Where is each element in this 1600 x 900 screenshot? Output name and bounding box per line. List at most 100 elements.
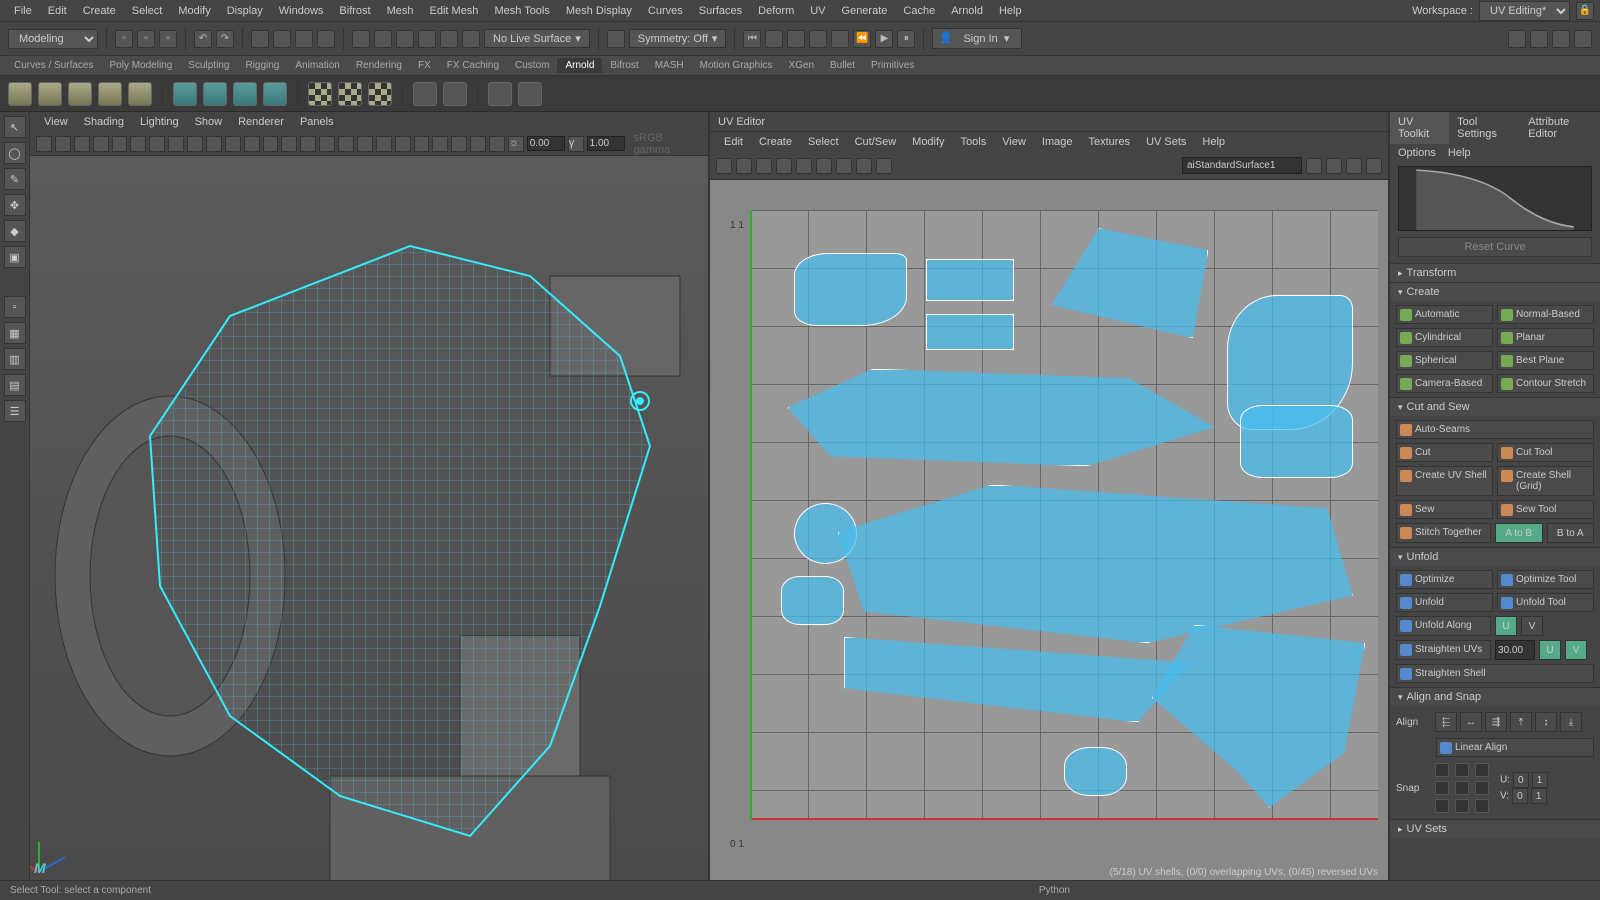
shelf-material-icon[interactable] xyxy=(413,82,437,106)
menu-file[interactable]: File xyxy=(6,2,40,20)
vp-menu-lighting[interactable]: Lighting xyxy=(132,114,187,130)
btn-auto-seams[interactable]: Auto-Seams xyxy=(1396,420,1594,439)
snap-plane-icon[interactable] xyxy=(418,30,436,48)
vp-grease-icon[interactable] xyxy=(112,136,128,152)
align-center-h-icon[interactable]: ↔ xyxy=(1460,712,1482,732)
save-scene-icon[interactable]: ▫ xyxy=(159,30,177,48)
menu-uv[interactable]: UV xyxy=(802,2,833,20)
snap-u-1[interactable]: 1 xyxy=(1532,772,1548,788)
btn-stitch-together[interactable]: Stitch Together xyxy=(1396,523,1491,543)
menu-deform[interactable]: Deform xyxy=(750,2,802,20)
playback-toggle1-icon[interactable] xyxy=(787,30,805,48)
sign-in-button[interactable]: Sign In ▾ xyxy=(932,28,1022,49)
uv-frame-icon[interactable] xyxy=(1326,158,1342,174)
shelf-tab-curves[interactable]: Curves / Surfaces xyxy=(6,58,101,73)
section-uv-sets[interactable]: UV Sets xyxy=(1390,819,1600,838)
snap-v-1[interactable]: 1 xyxy=(1531,788,1547,804)
vp-smooth-icon[interactable] xyxy=(300,136,316,152)
playback-step-back-icon[interactable]: ⏪ xyxy=(853,30,871,48)
btn-straighten-v[interactable]: V xyxy=(1565,640,1587,660)
menu-windows[interactable]: Windows xyxy=(271,2,332,20)
menu-mesh-tools[interactable]: Mesh Tools xyxy=(486,2,557,20)
uv-menu-view[interactable]: View xyxy=(994,134,1034,150)
shelf-geo-sphere-icon[interactable] xyxy=(203,82,227,106)
align-bottom-icon[interactable]: ⤓ xyxy=(1560,712,1582,732)
menu-help[interactable]: Help xyxy=(991,2,1030,20)
uv-image-icon[interactable] xyxy=(856,158,872,174)
shelf-checker1-icon[interactable] xyxy=(308,82,332,106)
btn-straighten-u[interactable]: U xyxy=(1539,640,1561,660)
menu-arnold[interactable]: Arnold xyxy=(943,2,991,20)
layout-single-icon[interactable]: ▫ xyxy=(4,296,26,318)
vp-shadows-icon[interactable] xyxy=(357,136,373,152)
uv-menu-help[interactable]: Help xyxy=(1194,134,1233,150)
render-ipr-icon[interactable] xyxy=(1530,30,1548,48)
shelf-tab-fx[interactable]: FX xyxy=(410,58,439,73)
vp-safe-action-icon[interactable] xyxy=(244,136,260,152)
shelf-tab-fxcaching[interactable]: FX Caching xyxy=(439,58,507,73)
snap-grid-icon[interactable] xyxy=(352,30,370,48)
open-scene-icon[interactable]: ▫ xyxy=(137,30,155,48)
outliner-icon[interactable]: ☰ xyxy=(4,400,26,422)
select-face-icon[interactable] xyxy=(295,30,313,48)
snap-mc[interactable] xyxy=(1455,781,1469,795)
shelf-tab-mash[interactable]: MASH xyxy=(647,58,692,73)
vp-menu-panels[interactable]: Panels xyxy=(292,114,342,130)
shelf-checker3-icon[interactable] xyxy=(368,82,392,106)
menu-mesh[interactable]: Mesh xyxy=(379,2,422,20)
uv-grid-icon[interactable] xyxy=(736,158,752,174)
btn-automatic[interactable]: Automatic xyxy=(1396,305,1493,324)
uv-menu-modify[interactable]: Modify xyxy=(904,134,952,150)
menu-display[interactable]: Display xyxy=(219,2,271,20)
vp-gamma-value[interactable] xyxy=(587,136,625,151)
tab-tool-settings[interactable]: Tool Settings xyxy=(1449,112,1520,144)
snap-u-0[interactable]: 0 xyxy=(1513,772,1529,788)
btn-camera-based[interactable]: Camera-Based xyxy=(1396,374,1493,393)
shelf-tab-custom[interactable]: Custom xyxy=(507,58,557,73)
move-tool-icon[interactable]: ✥ xyxy=(4,194,26,216)
btn-best-plane[interactable]: Best Plane xyxy=(1497,351,1594,370)
snap-tc[interactable] xyxy=(1455,763,1469,777)
lasso-tool-icon[interactable]: ◯ xyxy=(4,142,26,164)
playback-range-icon[interactable] xyxy=(765,30,783,48)
vp-camera-icon[interactable] xyxy=(36,136,52,152)
scale-tool-icon[interactable]: ▣ xyxy=(4,246,26,268)
live-surface-icon[interactable] xyxy=(462,30,480,48)
panel-toggle-icon[interactable] xyxy=(1574,30,1592,48)
shelf-playblast-icon[interactable] xyxy=(518,82,542,106)
vp-xray-icon[interactable] xyxy=(470,136,486,152)
shelf-tab-rigging[interactable]: Rigging xyxy=(237,58,287,73)
straighten-angle-field[interactable] xyxy=(1495,640,1535,660)
vp-dof-icon[interactable] xyxy=(414,136,430,152)
new-scene-icon[interactable]: ▫ xyxy=(115,30,133,48)
btn-unfold-v[interactable]: V xyxy=(1521,616,1543,636)
tab-uv-toolkit[interactable]: UV Toolkit xyxy=(1390,112,1449,144)
shelf-tab-animation[interactable]: Animation xyxy=(287,58,347,73)
uv-baked-icon[interactable] xyxy=(876,158,892,174)
snap-bl[interactable] xyxy=(1435,799,1449,813)
uv-isolate-icon[interactable] xyxy=(1306,158,1322,174)
menu-edit[interactable]: Edit xyxy=(40,2,75,20)
shelf-tab-primitives[interactable]: Primitives xyxy=(863,58,922,73)
playback-toggle3-icon[interactable] xyxy=(831,30,849,48)
uv-menu-uvsets[interactable]: UV Sets xyxy=(1138,134,1194,150)
shelf-render-icon[interactable] xyxy=(488,82,512,106)
playback-pause-icon[interactable]: ⏸ xyxy=(897,30,915,48)
lock-icon[interactable]: 🔒 xyxy=(1576,2,1594,20)
symmetry-dropdown[interactable]: Symmetry: Off▾ xyxy=(629,29,727,48)
vp-motion-icon[interactable] xyxy=(395,136,411,152)
uv-shade-icon[interactable] xyxy=(776,158,792,174)
vp-menu-show[interactable]: Show xyxy=(187,114,231,130)
vp-aa-icon[interactable] xyxy=(432,136,448,152)
btn-cut-tool[interactable]: Cut Tool xyxy=(1497,443,1594,462)
shelf-tab-sculpting[interactable]: Sculpting xyxy=(180,58,237,73)
menu-surfaces[interactable]: Surfaces xyxy=(691,2,750,20)
select-object-icon[interactable] xyxy=(317,30,335,48)
snap-mr[interactable] xyxy=(1475,781,1489,795)
vp-isolate-icon[interactable] xyxy=(451,136,467,152)
vp-bookmarks-icon[interactable] xyxy=(55,136,71,152)
menu-cache[interactable]: Cache xyxy=(895,2,943,20)
uv-viewport[interactable]: 1 1 0 1 (5/18) UV shells, (0/0) overlapp… xyxy=(710,180,1388,880)
vp-toggle2-icon[interactable] xyxy=(149,136,165,152)
perspective-viewport[interactable]: M xyxy=(30,156,708,880)
